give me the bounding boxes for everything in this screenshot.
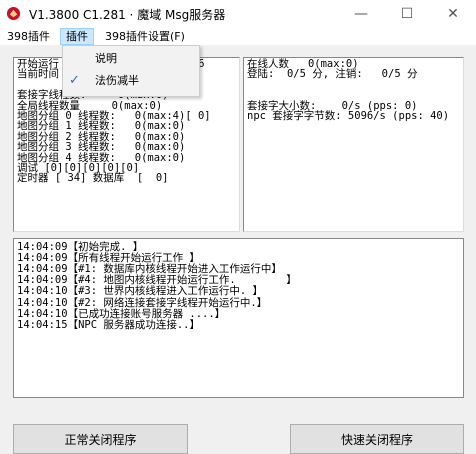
right-status-line: npc 套接字字节数: 5096/s (pps: 40) — [247, 110, 450, 122]
window-title: V1.3800 C1.281 · 魔域 Msg服务器 — [29, 8, 226, 22]
right-status-line: 登陆: 0/5 分, 注销: 0/5 分 — [247, 68, 418, 81]
close-button[interactable]: ✕ — [430, 0, 476, 28]
left-status-line: 当前时间 — [17, 68, 59, 81]
log-entry-line: 14:04:10【#2: 网络连接套接字线程开始运行中.】 — [17, 296, 268, 309]
log-panel[interactable]: 14:04:09【初始完成. 】 14:04:09【所有线程开始运行工作 】 14:… — [13, 238, 464, 398]
menu-item-halve-magic-damage-label: 法伤减半 — [95, 74, 139, 87]
menu-bar: 398插件 插件 398插件设置(F) — [0, 28, 476, 45]
menu-item-description-label: 说明 — [95, 52, 117, 65]
menu-item-halve-magic-damage[interactable]: ✓ 法伤减半 — [63, 70, 199, 92]
right-status-panel: 在线人数 0(max:0) 登陆: 0/5 分, 注销: 0/5 分套接字大小数:… — [243, 57, 464, 232]
menu-398-plugin[interactable]: 398插件 — [2, 28, 55, 45]
minimize-button[interactable]: — — [338, 0, 384, 28]
checkmark-icon: ✓ — [69, 73, 80, 88]
app-icon — [6, 6, 21, 21]
maximize-button[interactable]: ☐ — [384, 0, 430, 28]
left-status-line: 定时器 [ 34] 数据库 [ 0] — [17, 172, 169, 185]
menu-plugin[interactable]: 插件 — [60, 28, 94, 45]
menu-398-plugin-settings[interactable]: 398插件设置(F) — [100, 28, 190, 45]
log-entry-line: 14:04:10【已成功连接账号服务器 ....】 — [17, 307, 226, 320]
log-entry-line: 14:04:10【#3: 世界内核线程进入工作运行中. 】 — [17, 285, 264, 298]
log-entry-line: 14:04:15【NPC 服务器成功连接..】 — [17, 318, 201, 331]
plugin-dropdown-menu: 说明 ✓ 法伤减半 — [62, 45, 200, 97]
title-bar[interactable]: V1.3800 C1.281 · 魔域 Msg服务器 — ☐ ✕ — [0, 0, 476, 28]
menu-item-description[interactable]: 说明 — [63, 48, 199, 70]
